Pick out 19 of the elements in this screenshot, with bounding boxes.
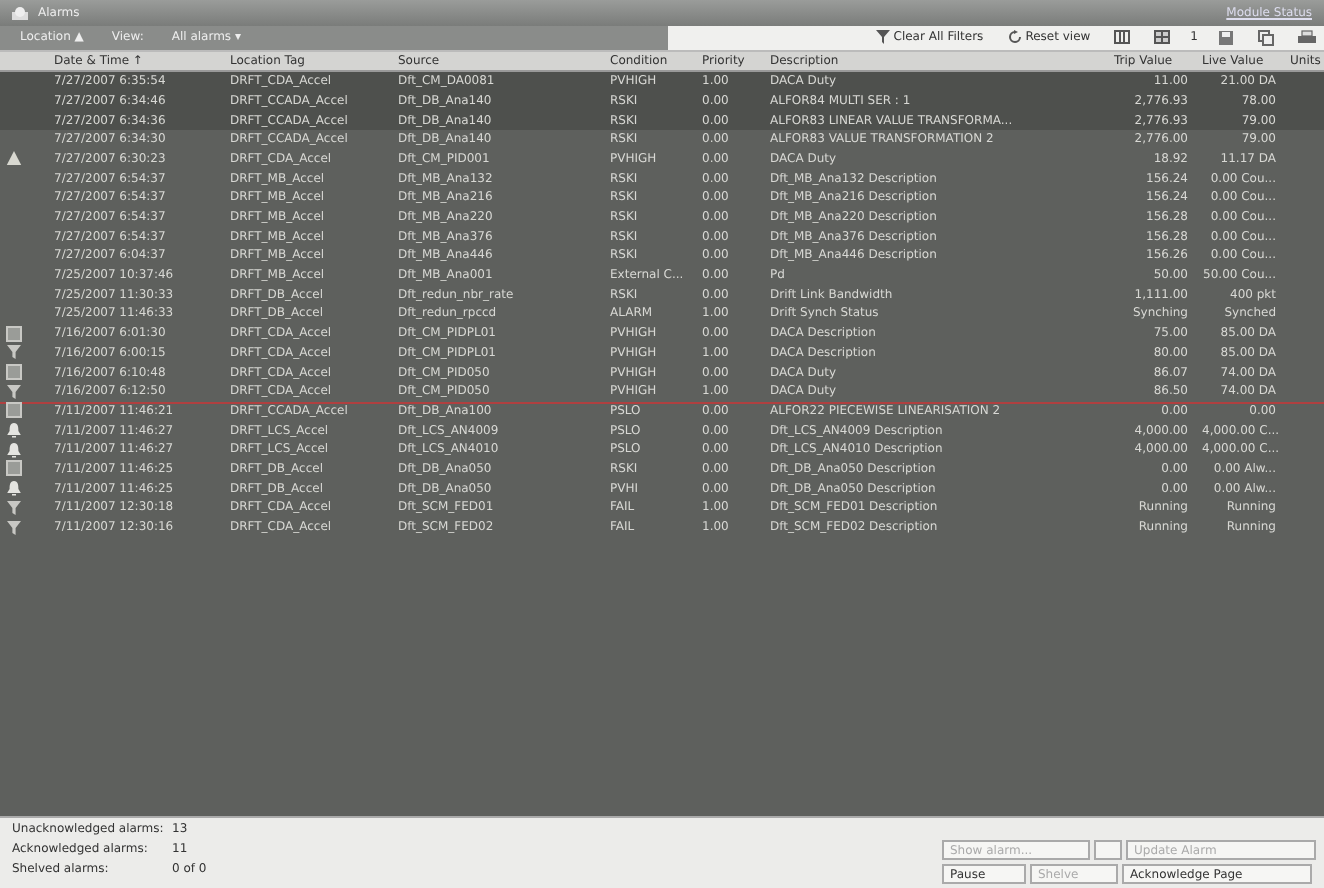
columns-icon bbox=[1114, 30, 1131, 45]
app-icon bbox=[12, 5, 28, 20]
funnel-icon bbox=[6, 383, 22, 400]
grid-icon bbox=[1154, 30, 1171, 45]
grid-button[interactable] bbox=[1150, 30, 1175, 45]
square-icon bbox=[6, 364, 22, 381]
square-icon bbox=[6, 402, 22, 419]
print-button[interactable] bbox=[1294, 29, 1320, 46]
funnel-icon bbox=[875, 30, 890, 45]
copy-button[interactable] bbox=[1254, 29, 1278, 46]
columns-button[interactable] bbox=[1110, 30, 1135, 45]
printer-icon bbox=[1298, 29, 1316, 46]
warning-icon bbox=[6, 150, 22, 167]
save-button[interactable] bbox=[1214, 29, 1238, 46]
bell-icon bbox=[6, 480, 22, 497]
funnel-icon bbox=[6, 344, 22, 361]
refresh-icon bbox=[1007, 30, 1022, 45]
square-icon bbox=[6, 325, 22, 342]
square-icon bbox=[6, 460, 22, 477]
